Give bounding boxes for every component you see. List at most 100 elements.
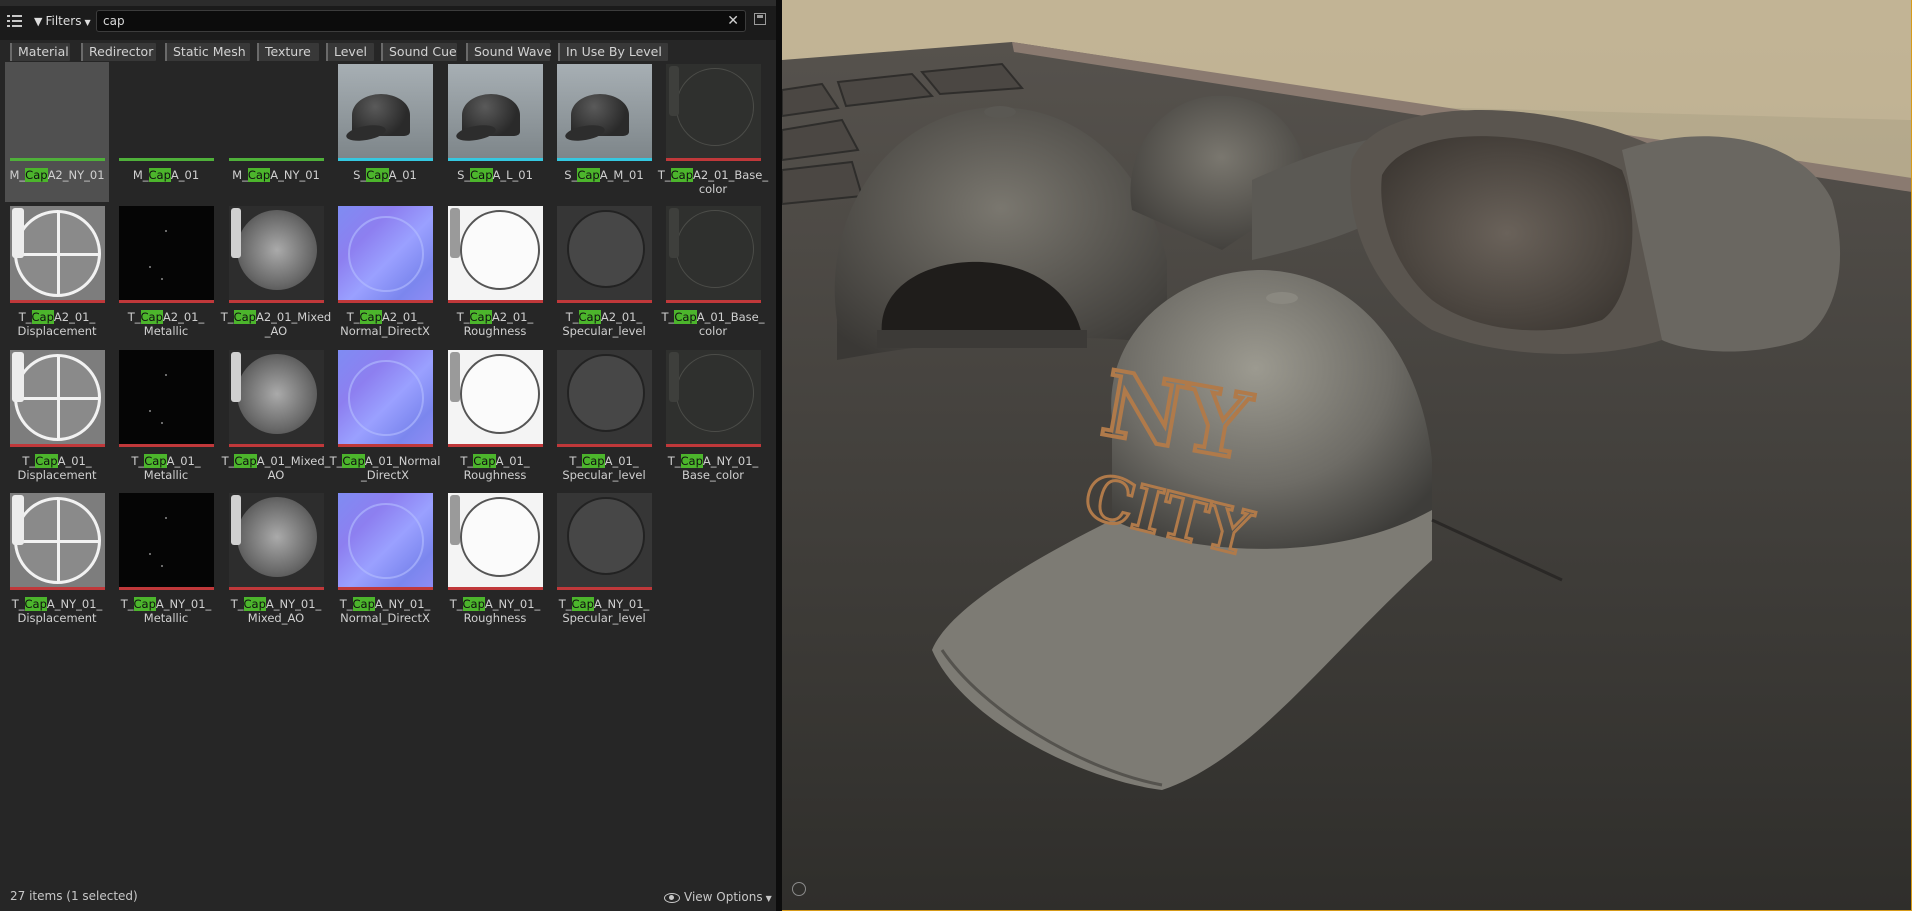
texture-thumbnail — [666, 64, 761, 160]
asset-tile[interactable]: T_CapA_01_ Displacement — [5, 348, 109, 488]
view-options-button[interactable]: View Options ▼ — [664, 888, 772, 906]
asset-type-color-bar — [338, 587, 433, 590]
asset-tile[interactable]: T_CapA2_01_Base_ color — [658, 62, 768, 202]
asset-tile[interactable]: T_CapA_01_ Metallic — [114, 348, 218, 488]
asset-name: T_CapA_NY_01_ Displacement — [0, 597, 115, 625]
asset-tile[interactable]: T_CapA_NY_01_ Normal_DirectX — [333, 491, 437, 631]
asset-tile[interactable]: S_CapA_01 — [333, 62, 437, 202]
asset-tile[interactable]: M_CapA2_NY_01 — [5, 62, 109, 202]
search-match-highlight: Cap — [25, 168, 48, 182]
asset-tile[interactable]: T_CapA_01_ Specular_level — [552, 348, 656, 488]
asset-name: M_CapA_01 — [108, 168, 224, 182]
asset-tile[interactable]: T_CapA_NY_01_ Roughness — [443, 491, 547, 631]
asset-name: T_CapA2_01_ Normal_DirectX — [327, 310, 443, 338]
filter-chip-texture[interactable]: Texture — [257, 43, 319, 61]
search-match-highlight: Cap — [243, 597, 266, 611]
asset-tile[interactable]: T_CapA_01_ Roughness — [443, 348, 547, 488]
asset-name-suffix: A_01 — [388, 168, 417, 182]
asset-name-suffix: A_01 — [170, 168, 200, 182]
material-thumbnail — [229, 64, 324, 160]
search-match-highlight: Cap — [352, 597, 375, 611]
asset-tile[interactable]: T_CapA2_01_ Metallic — [114, 204, 218, 344]
sources-toggle-icon[interactable] — [6, 13, 23, 29]
search-match-highlight: Cap — [31, 310, 54, 324]
asset-type-color-bar — [557, 300, 652, 303]
close-icon[interactable]: ✕ — [727, 11, 739, 31]
asset-name-prefix: T_ — [127, 310, 141, 324]
static-mesh-thumbnail — [448, 64, 543, 160]
filter-chip-sound-wave[interactable]: Sound Wave — [466, 43, 552, 61]
asset-type-color-bar — [229, 587, 324, 590]
filters-button[interactable]: ▼ Filters ▼ — [30, 11, 95, 31]
search-match-highlight: Cap — [133, 597, 156, 611]
asset-name: T_CapA_NY_01_ Roughness — [437, 597, 553, 625]
asset-type-color-bar — [119, 444, 214, 447]
asset-type-color-bar — [119, 587, 214, 590]
asset-name: T_CapA_01_ Specular_level — [546, 454, 662, 482]
asset-tile[interactable]: T_CapA2_01_ Displacement — [5, 204, 109, 344]
filter-chip-sound-cue[interactable]: Sound Cue — [381, 43, 457, 61]
search-match-highlight: Cap — [462, 597, 485, 611]
asset-type-color-bar — [229, 300, 324, 303]
asset-name: T_CapA2_01_Base_ color — [655, 168, 771, 196]
asset-name: T_CapA_NY_01_ Base_color — [655, 454, 771, 482]
asset-name-suffix: A_01_Normal _DirectX — [360, 454, 441, 482]
texture-thumbnail — [666, 350, 761, 446]
asset-tile[interactable]: M_CapA_NY_01 — [224, 62, 328, 202]
asset-tile[interactable]: T_CapA_01_Base_ color — [661, 204, 765, 344]
cap-upside-down — [1350, 110, 1841, 354]
asset-tile[interactable]: T_CapA2_01_ Normal_DirectX — [333, 204, 437, 344]
asset-tile[interactable]: T_CapA_NY_01_ Displacement — [5, 491, 109, 631]
filter-chip-material[interactable]: Material — [10, 43, 70, 61]
texture-thumbnail — [10, 493, 105, 589]
search-match-highlight: Cap — [144, 454, 167, 468]
asset-name-suffix: A_01_Base_ color — [696, 310, 765, 338]
asset-name: T_CapA_01_Mixed_ AO — [218, 454, 334, 482]
asset-name-prefix: T_ — [221, 454, 235, 468]
asset-name: T_CapA_NY_01_ Normal_DirectX — [327, 597, 443, 625]
asset-tile[interactable]: S_CapA_L_01 — [443, 62, 547, 202]
asset-name-prefix: T_ — [449, 597, 463, 611]
search-match-highlight: Cap — [582, 454, 605, 468]
asset-tile[interactable]: T_CapA_NY_01_ Mixed_AO — [224, 491, 328, 631]
search-match-highlight: Cap — [233, 310, 256, 324]
filter-chip-in-use-by-level[interactable]: In Use By Level — [558, 43, 668, 61]
asset-tile[interactable]: M_CapA_01 — [114, 62, 218, 202]
texture-thumbnail — [338, 493, 433, 589]
asset-tile[interactable]: T_CapA2_01_ Specular_level — [552, 204, 656, 344]
asset-tile[interactable]: S_CapA_M_01 — [552, 62, 656, 202]
texture-thumbnail — [119, 206, 214, 302]
asset-tile[interactable]: T_CapA_NY_01_ Base_color — [661, 348, 765, 488]
asset-name-suffix: A_NY_01 — [270, 168, 320, 182]
asset-name-prefix: T_ — [329, 454, 343, 468]
search-match-highlight: Cap — [342, 454, 365, 468]
asset-type-color-bar — [557, 158, 652, 161]
asset-tile[interactable]: T_CapA_NY_01_ Specular_level — [552, 491, 656, 631]
texture-thumbnail — [448, 350, 543, 446]
content-browser-panel: ▼Filters▼ ✕ Material Redirector Static M… — [0, 0, 776, 911]
asset-grid: M_CapA2_NY_01 M_CapA_01 M_CapA_NY_01 S_CapA… — [0, 62, 776, 872]
chevron-down-icon: ▼ — [765, 894, 772, 903]
filter-chip-static-mesh[interactable]: Static Mesh — [165, 43, 250, 61]
asset-tile[interactable]: T_CapA2_01_Mixed _AO — [221, 204, 331, 344]
texture-thumbnail — [229, 493, 324, 589]
search-match-highlight: Cap — [577, 168, 600, 182]
texture-thumbnail — [448, 206, 543, 302]
asset-type-color-bar — [448, 300, 543, 303]
save-search-icon[interactable] — [754, 13, 766, 25]
search-input[interactable] — [101, 11, 715, 31]
asset-tile[interactable]: T_CapA_01_Normal _DirectX — [329, 348, 441, 488]
asset-type-color-bar — [448, 587, 543, 590]
asset-name: S_CapA_L_01 — [437, 168, 553, 182]
level-viewport[interactable]: NY CITY — [782, 0, 1912, 911]
viewport-options-icon[interactable] — [792, 882, 806, 896]
filter-chip-redirector[interactable]: Redirector — [81, 43, 156, 61]
asset-tile[interactable]: T_CapA_01_Mixed_ AO — [222, 348, 330, 488]
filter-chip-level[interactable]: Level — [326, 43, 374, 61]
search-match-highlight: Cap — [140, 310, 163, 324]
search-match-highlight: Cap — [680, 454, 703, 468]
asset-tile[interactable]: T_CapA_NY_01_ Metallic — [114, 491, 218, 631]
asset-type-color-bar — [557, 444, 652, 447]
asset-tile[interactable]: T_CapA2_01_ Roughness — [443, 204, 547, 344]
asset-name-prefix: T_ — [339, 597, 353, 611]
